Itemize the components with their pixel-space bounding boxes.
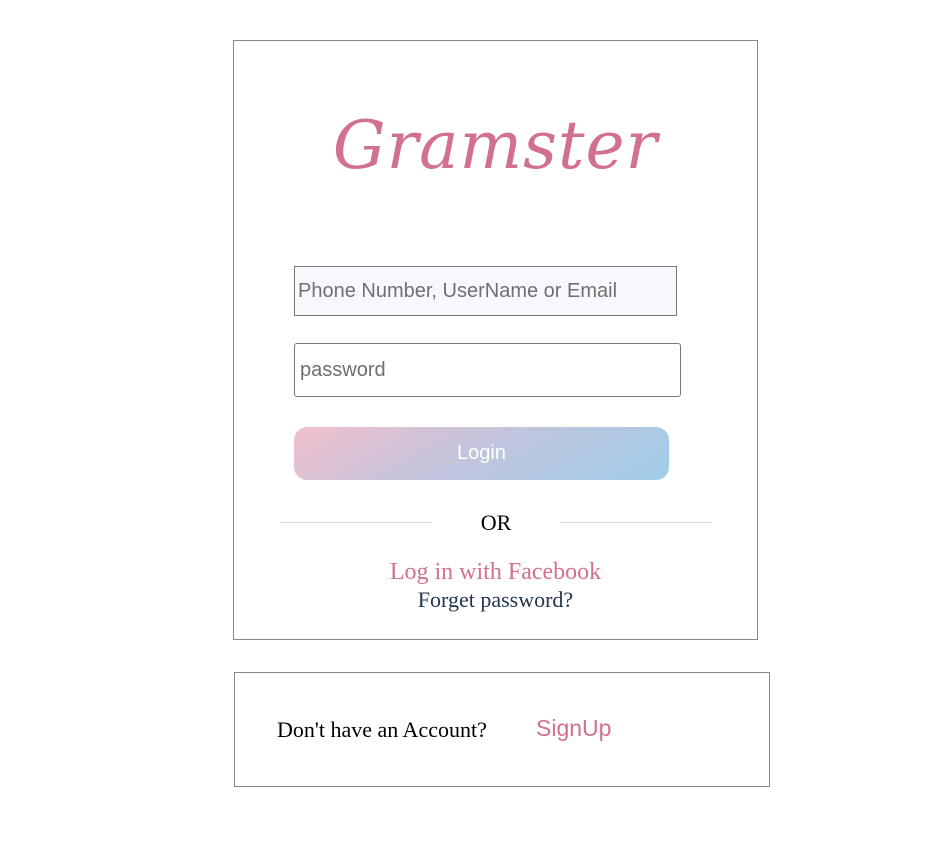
facebook-login-link[interactable]: Log in with Facebook (234, 559, 757, 586)
forgot-password-link[interactable]: Forget password? (234, 587, 757, 613)
signup-prompt: Don't have an Account? (277, 717, 487, 742)
divider-line-left (281, 522, 431, 523)
or-divider-label: OR (480, 510, 512, 535)
signup-link[interactable]: SignUp (536, 715, 611, 742)
brand-logo: Gramster (332, 107, 659, 184)
password-input[interactable] (294, 343, 681, 397)
divider-line-right (561, 522, 711, 523)
login-card: Gramster Login OR Log in with Facebook F… (233, 40, 758, 640)
signup-card: Don't have an Account? SignUp (234, 672, 770, 787)
login-button[interactable]: Login (294, 427, 669, 480)
identifier-input[interactable] (294, 266, 677, 316)
